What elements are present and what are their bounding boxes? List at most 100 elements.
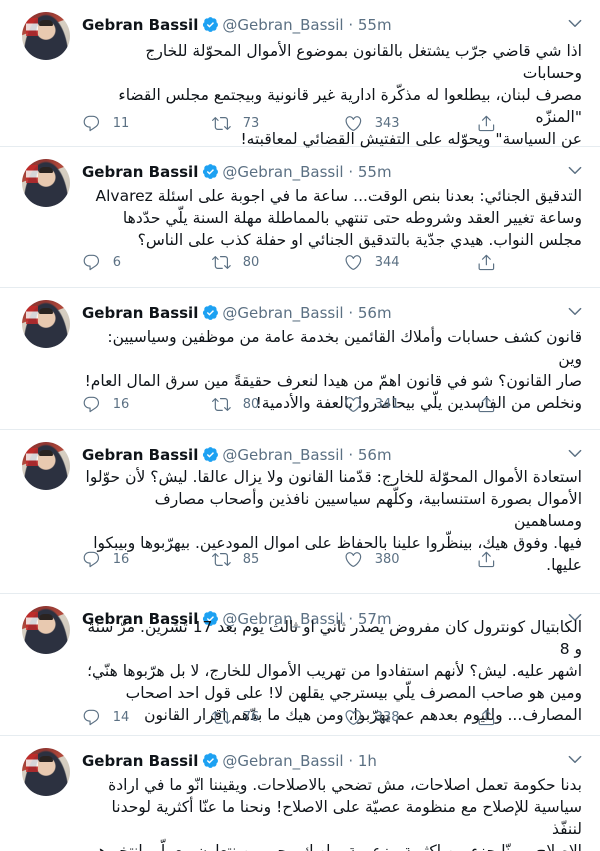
- retweet-icon: [212, 710, 231, 724]
- tweet-header: Gebran Bassil @Gebran_Bassil · 1h: [82, 750, 377, 772]
- like-button[interactable]: 380: [344, 549, 400, 569]
- like-count: 380: [374, 551, 400, 567]
- reply-count: 16: [112, 551, 130, 567]
- like-button[interactable]: 338: [344, 707, 400, 727]
- tweet-text: بدنا حكومة تعمل اصلاحات، مش تضحي بالاصلا…: [88, 776, 582, 851]
- like-button[interactable]: 343: [344, 113, 400, 133]
- heart-icon: [345, 709, 362, 725]
- avatar[interactable]: [22, 159, 70, 207]
- separator-dot: ·: [348, 304, 354, 322]
- verified-badge-icon: [202, 752, 219, 775]
- separator-dot: ·: [348, 163, 354, 181]
- reply-icon: [83, 254, 100, 270]
- chevron-down-icon[interactable]: [566, 302, 586, 322]
- reply-button[interactable]: 11: [82, 113, 129, 133]
- tweet[interactable]: Gebran Bassil @Gebran_Bassil · 55m اذا شي…: [0, 0, 600, 148]
- tweet-time[interactable]: 55m: [358, 163, 392, 181]
- author-handle[interactable]: @Gebran_Bassil: [222, 16, 343, 34]
- retweet-icon: [212, 255, 231, 269]
- tweet-actions: 16 85 380: [82, 549, 582, 569]
- avatar[interactable]: [22, 748, 70, 796]
- retweet-count: 76: [242, 709, 260, 725]
- retweet-count: 73: [242, 115, 260, 131]
- chevron-down-icon[interactable]: [566, 161, 586, 181]
- reply-icon: [83, 396, 100, 412]
- retweet-icon: [212, 397, 231, 411]
- reply-button[interactable]: 14: [82, 707, 129, 727]
- heart-icon: [345, 551, 362, 567]
- tweet-text: اذا شي قاضي جرّب يشتغل بالقانون بموضوع ا…: [118, 42, 582, 148]
- verified-badge-icon: [202, 16, 219, 39]
- reply-button[interactable]: 16: [82, 394, 129, 414]
- tweet-time[interactable]: 55m: [358, 16, 392, 34]
- share-icon: [478, 709, 495, 725]
- tweet[interactable]: Gebran Bassil @Gebran_Bassil · 56m قانون …: [0, 288, 600, 430]
- tweet-actions: 16 80 341: [82, 394, 582, 414]
- author-handle[interactable]: @Gebran_Bassil: [222, 163, 343, 181]
- reply-count: 16: [112, 396, 130, 412]
- author-handle[interactable]: @Gebran_Bassil: [222, 752, 343, 770]
- tweet-actions: 11 73 343: [82, 113, 582, 133]
- share-button[interactable]: [477, 394, 496, 414]
- retweet-button[interactable]: 80: [212, 394, 259, 414]
- tweet-header: Gebran Bassil @Gebran_Bassil · 56m: [82, 302, 392, 324]
- chevron-down-icon[interactable]: [566, 14, 586, 34]
- like-button[interactable]: 344: [344, 252, 400, 272]
- separator-dot: ·: [348, 16, 354, 34]
- share-icon: [478, 551, 495, 567]
- retweet-button[interactable]: 76: [212, 707, 259, 727]
- retweet-icon: [212, 552, 231, 566]
- tweet-feed: Gebran Bassil @Gebran_Bassil · 55m اذا شي…: [0, 0, 600, 851]
- reply-count: 14: [112, 709, 130, 725]
- reply-icon: [83, 709, 100, 725]
- heart-icon: [345, 254, 362, 270]
- tweet-actions: 14 76 338: [82, 707, 582, 727]
- author-name[interactable]: Gebran Bassil: [82, 163, 198, 181]
- chevron-down-icon[interactable]: [566, 444, 586, 464]
- reply-button[interactable]: 6: [82, 252, 121, 272]
- share-icon: [478, 396, 495, 412]
- avatar[interactable]: [22, 12, 70, 60]
- retweet-button[interactable]: 80: [212, 252, 259, 272]
- tweet-actions: 6 80 344: [82, 252, 582, 272]
- author-name[interactable]: Gebran Bassil: [82, 304, 198, 322]
- author-handle[interactable]: @Gebran_Bassil: [222, 304, 343, 322]
- tweet-header: Gebran Bassil @Gebran_Bassil · 56m: [82, 444, 392, 466]
- author-name[interactable]: Gebran Bassil: [82, 446, 198, 464]
- tweet[interactable]: Gebran Bassil @Gebran_Bassil · 56m استعاد…: [0, 430, 600, 594]
- tweet-time[interactable]: 1h: [358, 752, 377, 770]
- tweet-time[interactable]: 56m: [358, 304, 392, 322]
- author-name[interactable]: Gebran Bassil: [82, 752, 198, 770]
- reply-icon: [83, 551, 100, 567]
- retweet-button[interactable]: 73: [212, 113, 259, 133]
- retweet-button[interactable]: 85: [212, 549, 259, 569]
- tweet[interactable]: Gebran Bassil @Gebran_Bassil · 57m الكابت…: [0, 594, 600, 736]
- heart-icon: [345, 396, 362, 412]
- tweet[interactable]: Gebran Bassil @Gebran_Bassil · 55m التدقي…: [0, 147, 600, 288]
- tweet-time[interactable]: 56m: [358, 446, 392, 464]
- like-count: 338: [374, 709, 400, 725]
- avatar[interactable]: [22, 606, 70, 654]
- author-handle[interactable]: @Gebran_Bassil: [222, 446, 343, 464]
- separator-dot: ·: [348, 752, 354, 770]
- like-count: 344: [374, 254, 400, 270]
- reply-icon: [83, 115, 100, 131]
- tweet-text: التدقيق الجنائي: بعدنا بنص الوقت... ساعة…: [95, 187, 582, 249]
- reply-button[interactable]: 16: [82, 549, 129, 569]
- like-button[interactable]: 341: [344, 394, 400, 414]
- tweet[interactable]: Gebran Bassil @Gebran_Bassil · 1h بدنا حك…: [0, 736, 600, 851]
- retweet-count: 85: [242, 551, 260, 567]
- retweet-count: 80: [242, 254, 260, 270]
- chevron-down-icon[interactable]: [566, 750, 586, 770]
- share-button[interactable]: [477, 113, 496, 133]
- avatar[interactable]: [22, 442, 70, 490]
- separator-dot: ·: [348, 446, 354, 464]
- avatar[interactable]: [22, 300, 70, 348]
- share-button[interactable]: [477, 252, 496, 272]
- share-button[interactable]: [477, 549, 496, 569]
- reply-count: 11: [112, 115, 130, 131]
- share-icon: [478, 115, 495, 131]
- author-name[interactable]: Gebran Bassil: [82, 16, 198, 34]
- tweet-header: Gebran Bassil @Gebran_Bassil · 55m: [82, 14, 392, 36]
- share-button[interactable]: [477, 707, 496, 727]
